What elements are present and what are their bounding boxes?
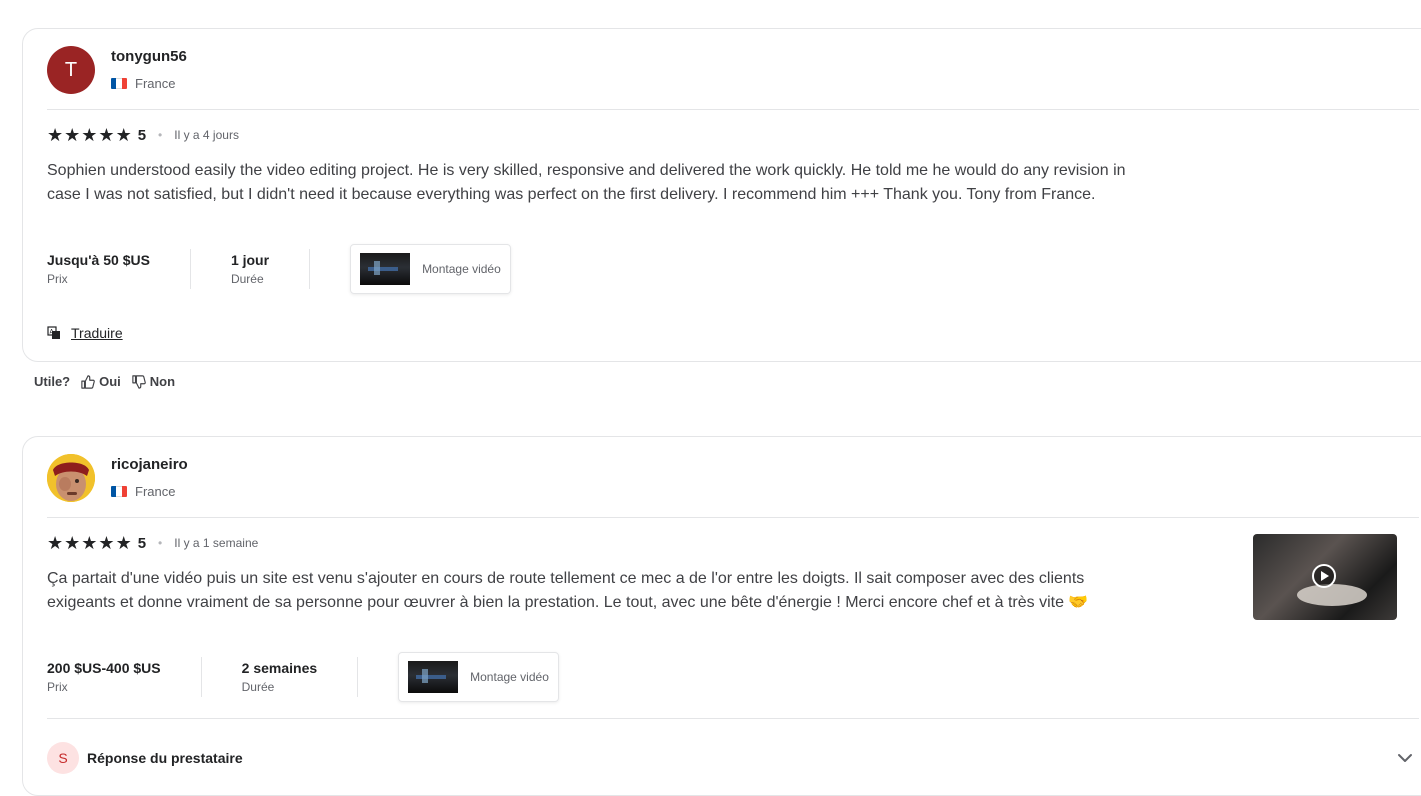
separator-dot: • [158, 536, 163, 550]
duration-block: 2 semaines Durée [242, 657, 359, 697]
helpful-no-label: Non [149, 374, 176, 389]
duration-value: 2 semaines [241, 660, 318, 676]
divider [47, 517, 1419, 518]
play-icon[interactable] [1312, 564, 1336, 588]
price-value: Jusqu'à 50 $US [47, 252, 150, 268]
review-card: ricojaneiro France ★ ★ ★ ★ ★ 5 • Il y a … [22, 436, 1421, 796]
rating-row: ★ ★ ★ ★ ★ 5 • Il y a 1 semaine [47, 534, 258, 552]
review-date: Il y a 1 semaine [174, 536, 259, 550]
country-name: France [135, 76, 176, 91]
duration-label: Durée [241, 680, 275, 694]
service-label: Montage vidéo [470, 670, 549, 684]
helpful-yes-label: Oui [99, 374, 121, 389]
star-icon: ★ [47, 533, 64, 553]
star-icon: ★ [64, 125, 81, 145]
seller-response-toggle[interactable]: S Réponse du prestataire [47, 742, 1419, 774]
price-label: Prix [47, 680, 68, 694]
star-icon: ★ [115, 533, 132, 553]
translate-icon: A [47, 326, 61, 340]
france-flag-icon [111, 486, 127, 497]
review-card: T tonygun56 France ★ ★ ★ ★ ★ 5 • Il y a … [22, 28, 1421, 362]
avatar[interactable]: T [47, 46, 95, 94]
review-video-thumbnail[interactable] [1253, 534, 1397, 620]
separator-dot: • [158, 128, 163, 142]
service-chip[interactable]: Montage vidéo [350, 244, 511, 294]
helpful-row: Utile? Oui Non [34, 374, 175, 389]
star-rating: ★ ★ ★ ★ ★ [47, 126, 132, 144]
seller-avatar: S [47, 742, 79, 774]
translate-link[interactable]: Traduire [71, 325, 123, 341]
duration-label: Durée [230, 272, 264, 286]
duration-block: 1 jour Durée [230, 249, 311, 289]
review-text: Ça partait d'une vidéo puis un site est … [47, 570, 1089, 611]
country-name: France [135, 484, 176, 499]
chevron-down-icon[interactable] [1397, 753, 1413, 763]
service-thumbnail [360, 253, 411, 285]
review-meta: 200 $US-400 $US Prix 2 semaines Durée Mo… [47, 651, 559, 703]
star-icon: ★ [64, 533, 81, 553]
star-icon: ★ [98, 125, 115, 145]
helpful-no-button[interactable]: Non [132, 374, 175, 389]
service-chip[interactable]: Montage vidéo [398, 652, 559, 702]
price-value: 200 $US-400 $US [47, 660, 161, 676]
rating-value: 5 [137, 534, 147, 552]
reviewer-username[interactable]: tonygun56 [111, 48, 187, 65]
review-text: Sophien understood easily the video edit… [47, 162, 1126, 203]
star-icon: ★ [81, 125, 98, 145]
star-icon: ★ [81, 533, 98, 553]
reviewer-country: France [111, 484, 175, 499]
helpful-yes-button[interactable]: Oui [81, 374, 121, 389]
divider [47, 109, 1419, 110]
divider [47, 718, 1419, 719]
star-icon: ★ [47, 125, 64, 145]
seller-response-header: S Réponse du prestataire [47, 742, 243, 774]
thumbs-up-icon [81, 374, 95, 389]
review-meta: Jusqu'à 50 $US Prix 1 jour Durée Montage… [47, 243, 511, 295]
translate-row: A Traduire [47, 325, 123, 341]
media-plate [1297, 584, 1367, 606]
service-label: Montage vidéo [422, 262, 501, 276]
france-flag-icon [111, 78, 127, 89]
star-icon: ★ [98, 533, 115, 553]
service-thumbnail [408, 661, 459, 693]
reviewer-username[interactable]: ricojaneiro [111, 456, 188, 473]
price-block: Jusqu'à 50 $US Prix [47, 249, 191, 289]
rating-value: 5 [137, 126, 147, 144]
thumbs-down-icon [132, 374, 146, 389]
avatar-photo [47, 454, 95, 502]
avatar[interactable] [47, 454, 95, 502]
rating-row: ★ ★ ★ ★ ★ 5 • Il y a 4 jours [47, 126, 239, 144]
star-icon: ★ [115, 125, 132, 145]
price-label: Prix [47, 272, 68, 286]
reviewer-country: France [111, 76, 175, 91]
seller-response-label: Réponse du prestataire [87, 750, 243, 766]
duration-value: 1 jour [230, 252, 270, 268]
review-date: Il y a 4 jours [174, 128, 239, 142]
avatar-initial: T [64, 58, 78, 81]
price-block: 200 $US-400 $US Prix [47, 657, 202, 697]
star-rating: ★ ★ ★ ★ ★ [47, 534, 132, 552]
helpful-question: Utile? [34, 374, 71, 389]
